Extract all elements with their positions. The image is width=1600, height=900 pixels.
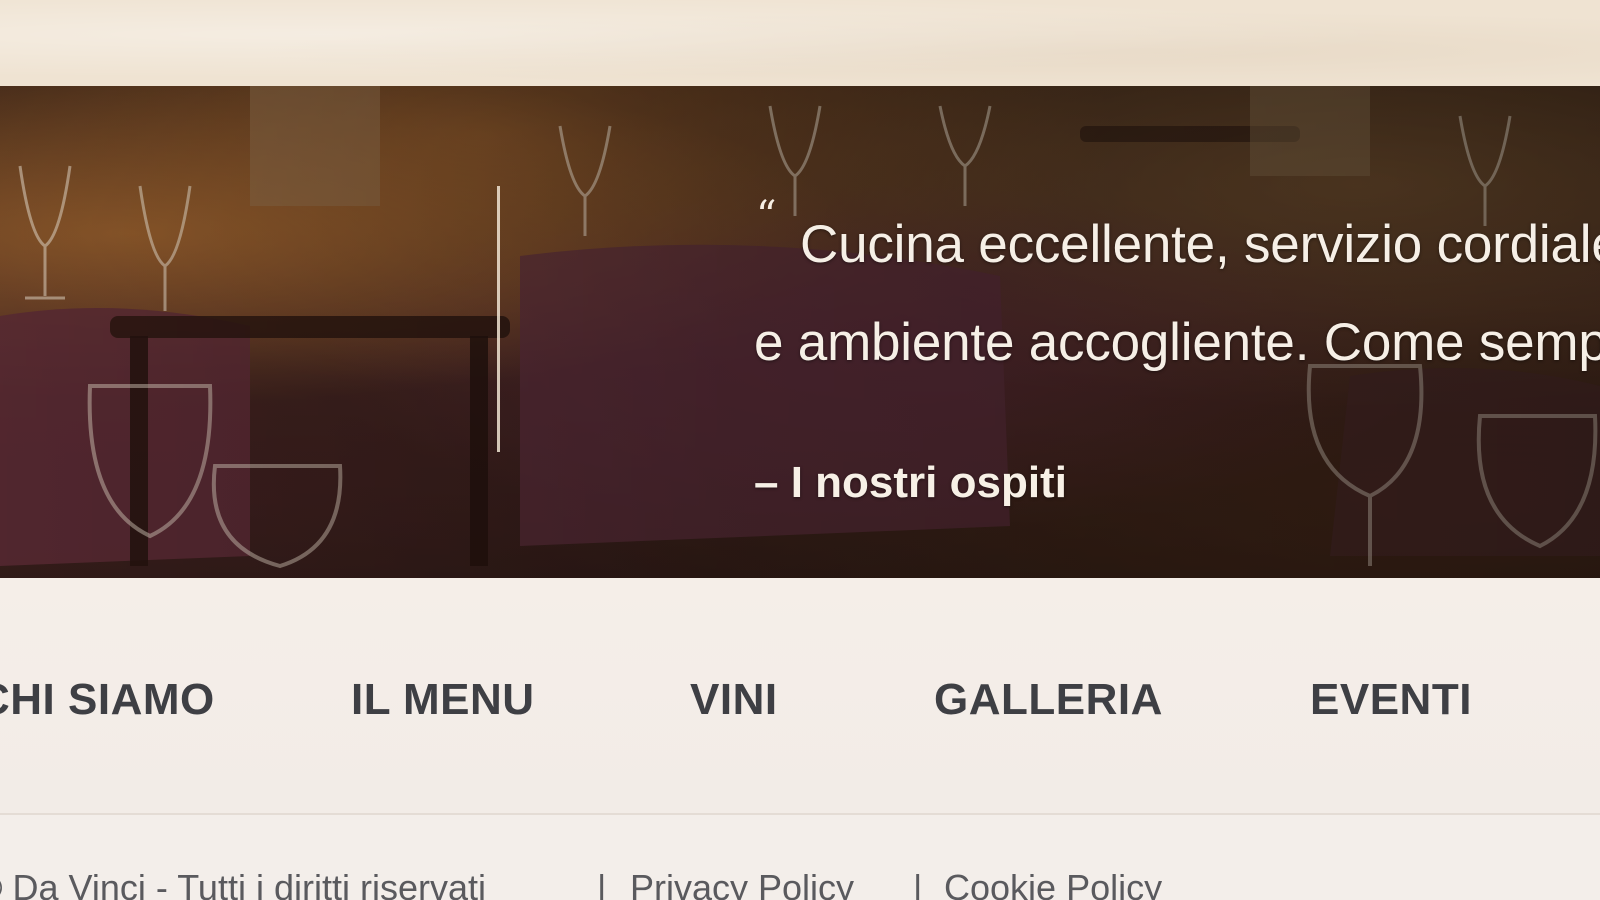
- copyright-text: © Da Vinci - Tutti i diritti riservati: [0, 867, 486, 900]
- nav-item-il-menu[interactable]: IL MENU: [351, 675, 535, 725]
- footer: © Da Vinci - Tutti i diritti riservati |…: [0, 815, 1600, 900]
- nav-item-eventi[interactable]: EVENTI: [1310, 675, 1472, 725]
- privacy-policy-link[interactable]: Privacy Policy: [630, 867, 854, 900]
- nav-item-galleria[interactable]: GALLERIA: [934, 675, 1163, 725]
- cookie-policy-link[interactable]: Cookie Policy: [944, 867, 1162, 900]
- header-band: [0, 0, 1600, 86]
- testimonial-quote-line-2: e ambiente accogliente. Come sempre!: [754, 313, 1600, 372]
- testimonial-quote-line-1: Cucina eccellente, servizio cordiale: [800, 215, 1600, 274]
- quote-mark-icon: “: [756, 193, 777, 239]
- nav-item-chi-siamo[interactable]: CHI SIAMO: [0, 675, 215, 725]
- page: “ Cucina eccellente, servizio cordiale e…: [0, 0, 1600, 900]
- footer-separator: |: [597, 867, 607, 900]
- quote-divider: [497, 186, 500, 452]
- testimonial-author: – I nostri ospiti: [754, 458, 1067, 507]
- main-navigation: CHI SIAMO IL MENU VINI GALLERIA EVENTI: [0, 578, 1600, 814]
- footer-separator: |: [913, 867, 923, 900]
- testimonial-hero: “ Cucina eccellente, servizio cordiale e…: [0, 86, 1600, 578]
- nav-item-vini[interactable]: VINI: [690, 675, 778, 725]
